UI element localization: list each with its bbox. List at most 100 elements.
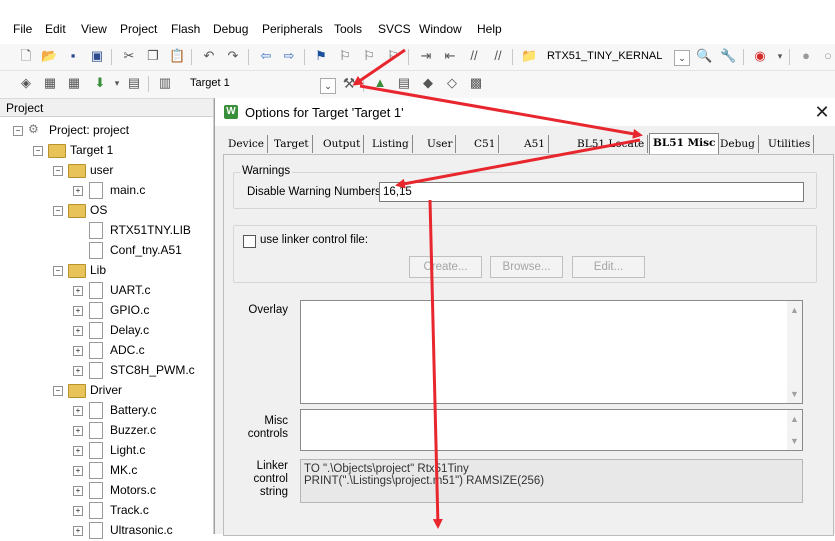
tab-output[interactable]: Output bbox=[320, 135, 365, 153]
tree-group-user[interactable]: − user bbox=[0, 161, 213, 181]
tree-file[interactable]: + Ultrasonic.c bbox=[0, 521, 213, 541]
scroll-up-icon[interactable]: ▲ bbox=[789, 305, 800, 315]
tree-file[interactable]: + UART.c bbox=[0, 281, 213, 301]
tree-file[interactable]: + main.c bbox=[0, 181, 213, 201]
overlay-textarea[interactable]: ▲ ▼ bbox=[300, 300, 803, 404]
build-icon[interactable]: ▦ bbox=[42, 75, 58, 91]
expand-icon[interactable]: + bbox=[73, 186, 83, 196]
expand-icon[interactable]: + bbox=[73, 406, 83, 416]
tree-file[interactable]: Conf_tny.A51 bbox=[0, 241, 213, 261]
target-combo-text[interactable]: RTX51_TINY_KERNAL bbox=[547, 47, 667, 65]
tree-file[interactable]: + GPIO.c bbox=[0, 301, 213, 321]
help-icon[interactable]: ▩ bbox=[468, 75, 484, 91]
collapse-icon[interactable]: − bbox=[53, 266, 63, 276]
menu-project[interactable]: Project bbox=[120, 22, 157, 36]
menu-svcs[interactable]: SVCS bbox=[378, 22, 411, 36]
tree-file[interactable]: + Buzzer.c bbox=[0, 421, 213, 441]
tree-file[interactable]: + Battery.c bbox=[0, 401, 213, 421]
options-for-target-icon[interactable]: ⚒ bbox=[341, 75, 357, 91]
undo-icon[interactable]: ↶ bbox=[201, 48, 217, 64]
menu-debug[interactable]: Debug bbox=[213, 22, 248, 36]
expand-icon[interactable]: + bbox=[73, 526, 83, 536]
menu-help[interactable]: Help bbox=[477, 22, 502, 36]
unindent-icon[interactable]: ⇤ bbox=[442, 48, 458, 64]
clear-bookmark-icon[interactable]: ⚐ bbox=[385, 48, 401, 64]
nav-forward-icon[interactable]: ⇨ bbox=[281, 48, 297, 64]
bookmark-icon[interactable]: ⚑ bbox=[313, 48, 329, 64]
misc-controls-textarea[interactable]: ▲ ▼ bbox=[300, 409, 803, 451]
open-icon[interactable]: 📂 bbox=[41, 48, 57, 64]
menu-edit[interactable]: Edit bbox=[45, 22, 66, 36]
menu-peripherals[interactable]: Peripherals bbox=[262, 22, 323, 36]
select-software-packs-icon[interactable]: ▤ bbox=[396, 75, 412, 91]
tab-debug[interactable]: Debug bbox=[717, 135, 759, 153]
tree-group-lib[interactable]: − Lib bbox=[0, 261, 213, 281]
browse-button[interactable]: Browse... bbox=[490, 256, 563, 278]
paste-icon[interactable]: 📋 bbox=[169, 48, 185, 64]
expand-icon[interactable]: + bbox=[73, 506, 83, 516]
menu-tools[interactable]: Tools bbox=[334, 22, 362, 36]
expand-icon[interactable]: + bbox=[73, 466, 83, 476]
debug-icon[interactable]: ◉ bbox=[752, 48, 768, 64]
collapse-icon[interactable]: − bbox=[53, 206, 63, 216]
collapse-icon[interactable]: − bbox=[33, 146, 43, 156]
manage-components-icon[interactable]: ▲ bbox=[372, 75, 388, 91]
chevron-down-icon[interactable]: ⌄ bbox=[674, 50, 690, 66]
find-icon[interactable]: 🔍 bbox=[696, 48, 712, 64]
tab-c51[interactable]: C51 bbox=[471, 135, 500, 153]
tab-user[interactable]: User bbox=[424, 135, 457, 153]
chevron-down-icon[interactable]: ▾ bbox=[109, 75, 125, 91]
tab-listing[interactable]: Listing bbox=[369, 135, 413, 153]
misc-controls-scrollbar[interactable]: ▲ ▼ bbox=[787, 410, 802, 450]
find-in-files-icon[interactable]: 📁 bbox=[521, 48, 537, 64]
tree-file[interactable]: RTX51TNY.LIB bbox=[0, 221, 213, 241]
menu-file[interactable]: File bbox=[13, 22, 32, 36]
tab-target[interactable]: Target bbox=[271, 135, 313, 153]
tab-device[interactable]: Device bbox=[225, 135, 269, 153]
redo-icon[interactable]: ↷ bbox=[225, 48, 241, 64]
cut-icon[interactable]: ✂ bbox=[121, 48, 137, 64]
expand-icon[interactable]: + bbox=[73, 446, 83, 456]
disable-warnings-input[interactable]: 16,15 bbox=[379, 182, 804, 202]
new-file-icon[interactable]: 🗋 bbox=[18, 48, 34, 64]
tree-file[interactable]: + STC8H_PWM.c bbox=[0, 361, 213, 381]
tree-item-target[interactable]: − Target 1 bbox=[0, 141, 213, 161]
tab-bl51-locate[interactable]: BL51 Locate bbox=[574, 135, 649, 153]
save-icon[interactable]: ▪ bbox=[65, 48, 81, 64]
expand-icon[interactable]: + bbox=[73, 346, 83, 356]
translate-icon[interactable]: ◈ bbox=[18, 75, 34, 91]
menu-view[interactable]: View bbox=[81, 22, 107, 36]
target-select-text[interactable]: Target 1 bbox=[190, 74, 310, 92]
expand-icon[interactable]: + bbox=[73, 306, 83, 316]
next-bookmark-icon[interactable]: ⚐ bbox=[361, 48, 377, 64]
pack-installer-icon[interactable]: ◆ bbox=[420, 75, 436, 91]
tab-a51[interactable]: A51 bbox=[521, 135, 549, 153]
breakpoint-disabled-icon[interactable]: ○ bbox=[820, 48, 835, 64]
stop-build-icon[interactable]: ▥ bbox=[157, 75, 173, 91]
expand-icon[interactable]: + bbox=[73, 286, 83, 296]
indent-icon[interactable]: ⇥ bbox=[418, 48, 434, 64]
edit-button[interactable]: Edit... bbox=[572, 256, 645, 278]
collapse-icon[interactable]: − bbox=[53, 166, 63, 176]
configure-icon[interactable]: 🔧 bbox=[720, 48, 736, 64]
comment-icon[interactable]: // bbox=[466, 48, 482, 64]
expand-icon[interactable]: + bbox=[73, 486, 83, 496]
menu-flash[interactable]: Flash bbox=[171, 22, 200, 36]
tree-item-project-root[interactable]: − ⚙ Project: project bbox=[0, 121, 213, 141]
save-all-icon[interactable]: ▣ bbox=[89, 48, 105, 64]
expand-icon[interactable]: + bbox=[73, 326, 83, 336]
nav-back-icon[interactable]: ⇦ bbox=[258, 48, 274, 64]
uncomment-icon[interactable]: // bbox=[490, 48, 506, 64]
tree-file[interactable]: + ADC.c bbox=[0, 341, 213, 361]
scroll-down-icon[interactable]: ▼ bbox=[789, 389, 800, 399]
tab-utilities[interactable]: Utilities bbox=[765, 135, 815, 153]
batch-build-icon[interactable]: ▤ bbox=[126, 75, 142, 91]
copy-icon[interactable]: ❐ bbox=[145, 48, 161, 64]
tab-bl51-misc[interactable]: BL51 Misc bbox=[649, 133, 720, 155]
collapse-icon[interactable]: − bbox=[53, 386, 63, 396]
tree-file[interactable]: + Delay.c bbox=[0, 321, 213, 341]
create-button[interactable]: Create... bbox=[409, 256, 482, 278]
chevron-down-icon[interactable]: ⌄ bbox=[320, 78, 336, 94]
expand-icon[interactable]: + bbox=[73, 426, 83, 436]
overlay-scrollbar[interactable]: ▲ ▼ bbox=[787, 301, 802, 403]
